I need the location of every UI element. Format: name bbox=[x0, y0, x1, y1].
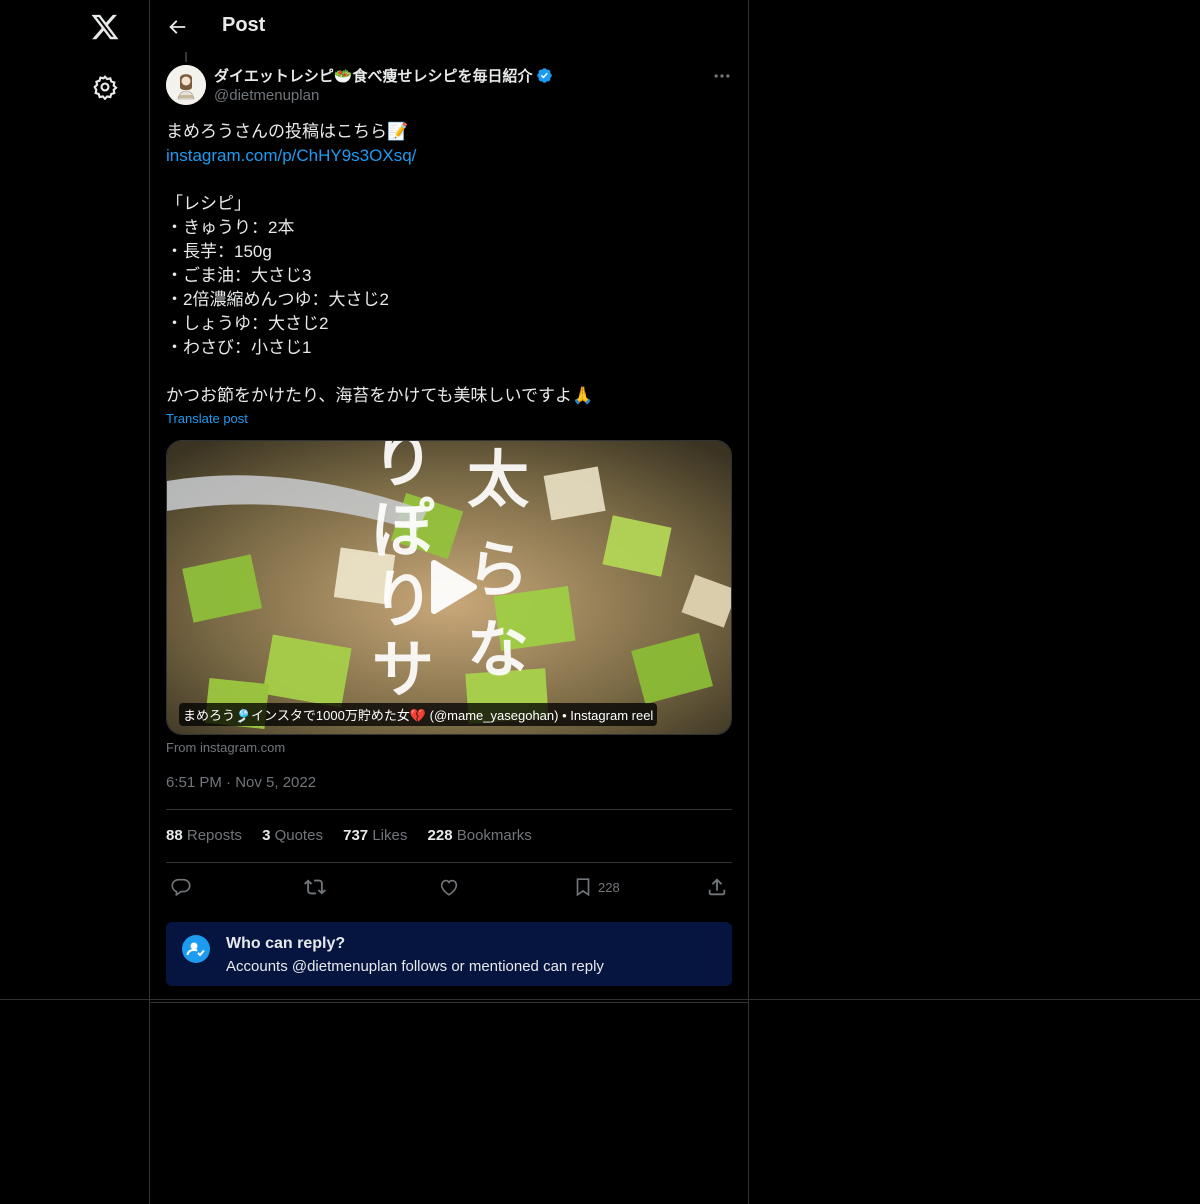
author-handle[interactable]: @dietmenuplan bbox=[214, 87, 319, 104]
bookmarks-count: 228 bbox=[427, 827, 453, 844]
reposts-count: 88 bbox=[166, 827, 183, 844]
divider bbox=[166, 862, 732, 863]
svg-text:サ: サ bbox=[372, 633, 434, 706]
quotes-stat[interactable]: 3 Quotes bbox=[262, 827, 323, 844]
post-text-line bbox=[166, 360, 732, 384]
post-text-line: まめろうさんの投稿はこちら📝 bbox=[166, 122, 409, 141]
post-text-line bbox=[166, 168, 732, 192]
bookmark-icon bbox=[576, 878, 590, 897]
divider bbox=[166, 809, 732, 810]
post-text-line: ・きゅうり：2本 bbox=[166, 218, 295, 237]
svg-text:太: 太 bbox=[467, 443, 529, 516]
x-logo-icon[interactable] bbox=[90, 12, 120, 42]
bookmark-count: 228 bbox=[598, 879, 620, 895]
reposts-label: Reposts bbox=[186, 827, 242, 844]
reply-box-subtitle: Accounts @dietmenuplan follows or mentio… bbox=[226, 958, 604, 975]
post-text-line: ・2倍濃縮めんつゆ：大さじ2 bbox=[166, 290, 389, 309]
quotes-label: Quotes bbox=[274, 827, 323, 844]
media-source[interactable]: From instagram.com bbox=[166, 740, 285, 755]
action-bar: 228 bbox=[166, 875, 732, 901]
avatar-illustration bbox=[166, 65, 206, 105]
like-button[interactable] bbox=[438, 875, 460, 899]
repost-icon bbox=[304, 879, 326, 895]
verified-badge-icon bbox=[536, 68, 552, 83]
likes-count: 737 bbox=[343, 827, 369, 844]
bookmarks-stat[interactable]: 228 Bookmarks bbox=[428, 827, 532, 844]
gear-icon[interactable] bbox=[92, 74, 118, 100]
mention-icon bbox=[182, 935, 210, 963]
likes-stat[interactable]: 737 Likes bbox=[343, 827, 407, 844]
media-card[interactable]: 太 ら な り ぽ り サ まめろう🎐インスタで1000万貯めた女💔 (@mam… bbox=[166, 440, 732, 735]
instagram-link[interactable]: instagram.com/p/ChHY9s3OXsq/ bbox=[166, 144, 732, 168]
reply-button[interactable] bbox=[170, 875, 192, 899]
bookmarks-label: Bookmarks bbox=[456, 827, 532, 844]
page-title: Post bbox=[222, 14, 266, 36]
post-text-line: 「レシピ」 bbox=[166, 194, 251, 213]
share-icon bbox=[708, 878, 726, 896]
post-timestamp[interactable]: 6:51 PM · Nov 5, 2022 bbox=[166, 774, 316, 791]
post-text-line: かつお節をかけたり、海苔をかけても美味しいですよ🙏 bbox=[166, 386, 594, 405]
svg-text:り: り bbox=[372, 441, 434, 496]
post-text-line: ・ごま油：大さじ3 bbox=[166, 266, 312, 285]
reply-icon bbox=[171, 878, 191, 897]
more-options-icon[interactable] bbox=[712, 66, 732, 86]
divider bbox=[150, 1002, 749, 1003]
post-stats: 88 Reposts 3 Quotes 737 Likes 228 Bookma… bbox=[166, 827, 548, 844]
post-text: まめろうさんの投稿はこちら📝 instagram.com/p/ChHY9s3OX… bbox=[166, 120, 732, 408]
author-name[interactable]: ダイエットレシピ🥗食べ痩せレシピを毎日紹介 bbox=[214, 65, 553, 86]
share-button[interactable] bbox=[706, 875, 728, 899]
quotes-count: 3 bbox=[262, 827, 271, 844]
author-name-text[interactable]: ダイエットレシピ🥗食べ痩せレシピを毎日紹介 bbox=[214, 68, 533, 85]
post-text-line: ・長芋：150g bbox=[166, 242, 272, 261]
avatar[interactable] bbox=[166, 65, 206, 105]
reply-box-title: Who can reply? bbox=[226, 935, 346, 952]
translate-post-link[interactable]: Translate post bbox=[166, 411, 248, 426]
divider bbox=[0, 999, 1200, 1000]
post-header: Post bbox=[150, 0, 748, 54]
media-caption: まめろう🎐インスタで1000万貯めた女💔 (@mame_yasegohan) •… bbox=[179, 703, 658, 726]
back-arrow-icon[interactable] bbox=[166, 16, 188, 38]
svg-text:ぽ: ぽ bbox=[372, 493, 435, 566]
repost-button[interactable] bbox=[304, 875, 326, 899]
who-can-reply-box: Who can reply? Accounts @dietmenuplan fo… bbox=[166, 922, 732, 986]
reposts-stat[interactable]: 88 Reposts bbox=[166, 827, 242, 844]
bookmark-button[interactable]: 228 bbox=[572, 875, 620, 899]
post-text-line: ・しょうゆ：大さじ2 bbox=[166, 314, 329, 333]
likes-label: Likes bbox=[372, 827, 408, 844]
left-nav-rail bbox=[0, 0, 150, 1204]
svg-text:な: な bbox=[467, 613, 529, 686]
post-text-line: ・わさび：小さじ1 bbox=[166, 338, 312, 357]
thread-connector bbox=[185, 52, 187, 62]
post-column: Post ダイエットレシピ🥗食べ痩せレシピを毎日紹介 @dietmenuplan… bbox=[150, 0, 749, 1204]
heart-icon bbox=[440, 879, 458, 896]
play-icon[interactable] bbox=[422, 557, 482, 617]
